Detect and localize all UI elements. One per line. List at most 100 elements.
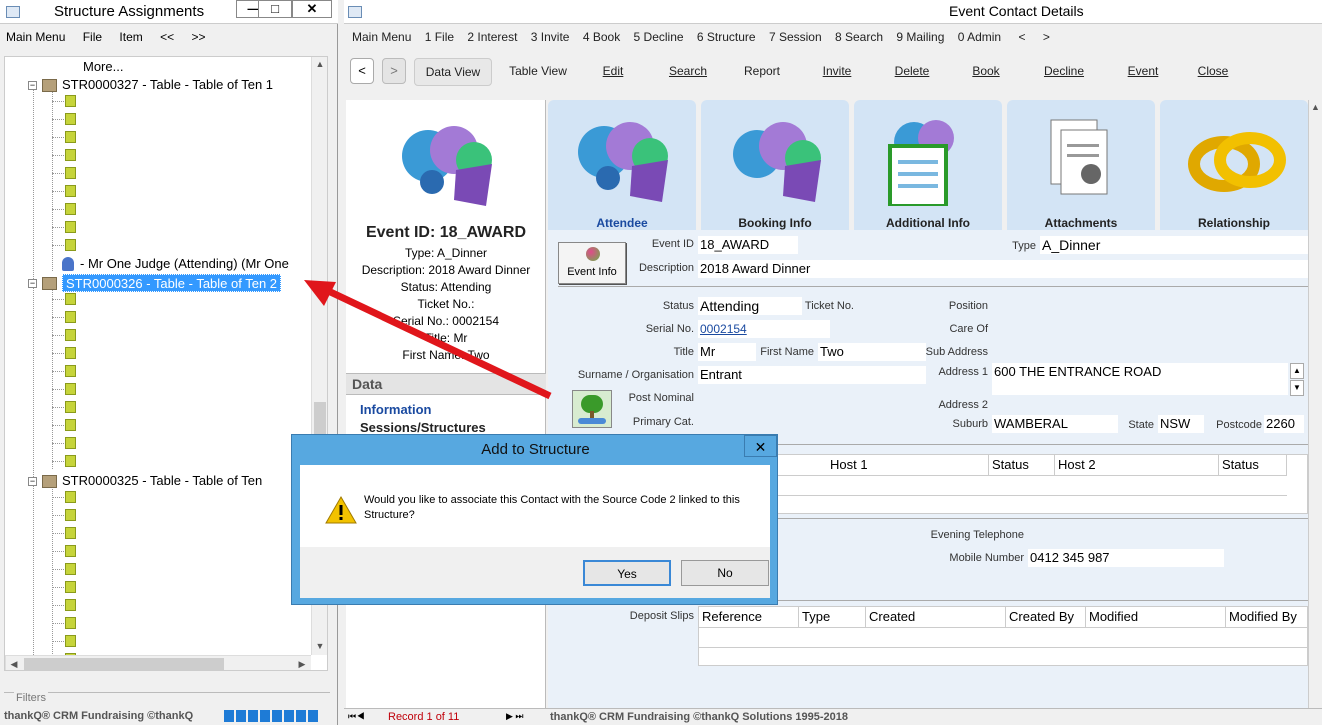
delete-button[interactable]: Delete bbox=[884, 58, 940, 86]
edit-button[interactable]: Edit bbox=[588, 58, 638, 86]
menu-main[interactable]: Main Menu bbox=[352, 30, 411, 44]
created-by-header[interactable]: Created By bbox=[1006, 607, 1086, 627]
tree-node-str327[interactable]: STR0000327 - Table - Table of Ten 1 bbox=[62, 76, 273, 94]
created-header[interactable]: Created bbox=[866, 607, 1006, 627]
menu-structure[interactable]: 6 Structure bbox=[697, 30, 756, 44]
menu-session[interactable]: 7 Session bbox=[769, 30, 822, 44]
search-button[interactable]: Search bbox=[658, 58, 718, 86]
leaf-node-icon[interactable] bbox=[65, 581, 76, 593]
menu-prev[interactable]: << bbox=[160, 30, 174, 44]
no-button[interactable]: No bbox=[681, 560, 769, 586]
menu-decline[interactable]: 5 Decline bbox=[634, 30, 684, 44]
next-last-icons[interactable]: ▶ ⏭ bbox=[506, 711, 542, 724]
menu-next[interactable]: > bbox=[1043, 30, 1050, 44]
leaf-node-icon[interactable] bbox=[65, 329, 76, 341]
type-header[interactable]: Type bbox=[799, 607, 866, 627]
leaf-node-icon[interactable] bbox=[65, 635, 76, 647]
leaf-node-icon[interactable] bbox=[65, 419, 76, 431]
host-grid[interactable]: Host 1 Status Host 2 Status bbox=[698, 454, 1308, 514]
first-prev-icons[interactable]: ⏮ ◀ bbox=[348, 711, 384, 724]
menu-file[interactable]: 1 File bbox=[425, 30, 454, 44]
scroll-up-icon[interactable]: ▲ bbox=[1309, 102, 1322, 112]
leaf-node-icon[interactable] bbox=[65, 563, 76, 575]
collapse-icon[interactable]: − bbox=[28, 81, 37, 90]
close-button[interactable]: ✕ bbox=[292, 0, 332, 18]
forward-button[interactable]: > bbox=[382, 58, 406, 84]
data-view-button[interactable]: Data View bbox=[414, 58, 492, 86]
yes-button[interactable]: Yes bbox=[583, 560, 671, 586]
address1-value[interactable]: 600 THE ENTRANCE ROAD bbox=[992, 363, 1288, 395]
leaf-node-icon[interactable] bbox=[65, 167, 76, 179]
leaf-node-icon[interactable] bbox=[65, 545, 76, 557]
sessions-structures-link[interactable]: Sessions/Structures bbox=[360, 420, 486, 435]
address-up-icon[interactable]: ▲ bbox=[1290, 363, 1304, 379]
deposit-grid[interactable]: Reference Type Created Created By Modifi… bbox=[698, 606, 1308, 666]
close-record-button[interactable]: Close bbox=[1190, 58, 1236, 86]
leaf-node-icon[interactable] bbox=[65, 365, 76, 377]
menu-main[interactable]: Main Menu bbox=[6, 30, 65, 44]
right-vscroll[interactable]: ▲ bbox=[1308, 100, 1322, 708]
leaf-node-icon[interactable] bbox=[65, 617, 76, 629]
leaf-node-icon[interactable] bbox=[65, 95, 76, 107]
menu-prev[interactable]: < bbox=[1018, 30, 1025, 44]
serial-link[interactable]: 0002154 bbox=[698, 320, 830, 338]
tree-photo-icon[interactable] bbox=[572, 390, 612, 428]
modified-header[interactable]: Modified bbox=[1086, 607, 1226, 627]
leaf-node-icon[interactable] bbox=[65, 293, 76, 305]
tree-node-str326[interactable]: STR0000326 - Table - Table of Ten 2 bbox=[62, 274, 282, 292]
maximize-button[interactable]: □ bbox=[258, 0, 292, 18]
leaf-node-icon[interactable] bbox=[65, 437, 76, 449]
modified-by-header[interactable]: Modified By bbox=[1226, 607, 1307, 627]
invite-button[interactable]: Invite bbox=[812, 58, 862, 86]
host2-status-header[interactable]: Status bbox=[1219, 455, 1287, 475]
tree-node-person[interactable]: - Mr One Judge (Attending) (Mr One bbox=[80, 255, 289, 273]
filters-label[interactable]: Filters bbox=[14, 692, 48, 704]
tab-attachments[interactable]: Attachments bbox=[1007, 100, 1155, 230]
leaf-node-icon[interactable] bbox=[65, 527, 76, 539]
menu-book[interactable]: 4 Book bbox=[583, 30, 620, 44]
leaf-node-icon[interactable] bbox=[65, 401, 76, 413]
decline-button[interactable]: Decline bbox=[1034, 58, 1094, 86]
leaf-node-icon[interactable] bbox=[65, 221, 76, 233]
leaf-node-icon[interactable] bbox=[65, 455, 76, 467]
menu-item[interactable]: Item bbox=[119, 30, 142, 44]
leaf-node-icon[interactable] bbox=[65, 509, 76, 521]
leaf-node-icon[interactable] bbox=[65, 599, 76, 611]
leaf-node-icon[interactable] bbox=[65, 113, 76, 125]
leaf-node-icon[interactable] bbox=[65, 491, 76, 503]
structure-tree[interactable]: More... − STR0000327 - Table - Table of … bbox=[4, 56, 328, 671]
host2-header[interactable]: Host 2 bbox=[1055, 455, 1219, 475]
collapse-icon[interactable]: − bbox=[28, 477, 37, 486]
host1-header[interactable]: Host 1 bbox=[827, 455, 989, 475]
menu-mailing[interactable]: 9 Mailing bbox=[896, 30, 944, 44]
scroll-right-icon[interactable]: ▶ bbox=[296, 659, 308, 670]
report-button[interactable]: Report bbox=[736, 58, 788, 86]
menu-invite[interactable]: 3 Invite bbox=[531, 30, 570, 44]
leaf-node-icon[interactable] bbox=[65, 149, 76, 161]
tree-more[interactable]: More... bbox=[83, 58, 123, 76]
address-down-icon[interactable]: ▼ bbox=[1290, 380, 1304, 396]
reference-header[interactable]: Reference bbox=[699, 607, 799, 627]
scroll-left-icon[interactable]: ◀ bbox=[8, 659, 20, 670]
leaf-node-icon[interactable] bbox=[65, 311, 76, 323]
scroll-down-icon[interactable]: ▼ bbox=[312, 641, 327, 651]
menu-interest[interactable]: 2 Interest bbox=[467, 30, 517, 44]
back-button[interactable]: < bbox=[350, 58, 374, 84]
menu-file[interactable]: File bbox=[83, 30, 102, 44]
menu-next[interactable]: >> bbox=[191, 30, 205, 44]
leaf-node-icon[interactable] bbox=[65, 203, 76, 215]
tab-additional-info[interactable]: Additional Info bbox=[854, 100, 1002, 230]
menu-admin[interactable]: 0 Admin bbox=[958, 30, 1001, 44]
scroll-up-icon[interactable]: ▲ bbox=[312, 59, 327, 69]
tree-node-str325[interactable]: STR0000325 - Table - Table of Ten bbox=[62, 472, 262, 490]
menu-search[interactable]: 8 Search bbox=[835, 30, 883, 44]
leaf-node-icon[interactable] bbox=[65, 239, 76, 251]
tree-hscroll[interactable]: ◀ ▶ bbox=[5, 655, 311, 670]
event-button[interactable]: Event bbox=[1118, 58, 1168, 86]
scroll-thumb[interactable] bbox=[24, 658, 224, 670]
dialog-close-button[interactable]: ✕ bbox=[744, 435, 777, 457]
book-button[interactable]: Book bbox=[962, 58, 1010, 86]
leaf-node-icon[interactable] bbox=[65, 185, 76, 197]
leaf-node-icon[interactable] bbox=[65, 131, 76, 143]
leaf-node-icon[interactable] bbox=[65, 347, 76, 359]
